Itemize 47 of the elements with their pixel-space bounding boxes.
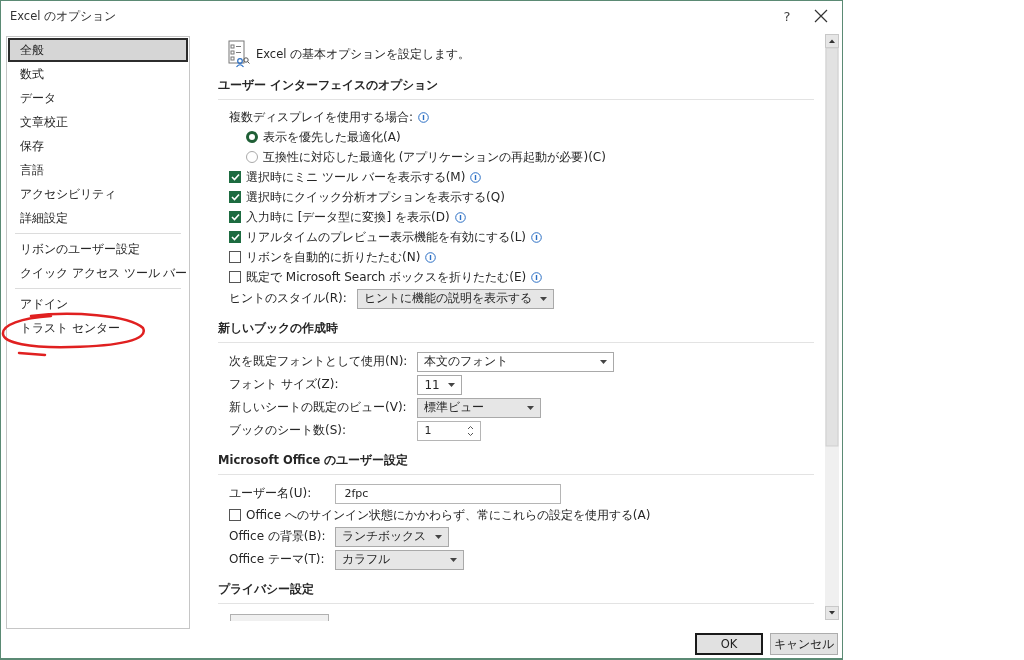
checkbox-label: リアルタイムのプレビュー表示機能を有効にする(L) (246, 229, 527, 246)
ok-button[interactable]: OK (695, 633, 763, 655)
checkbox-label: 既定で Microsoft Search ボックスを折りたたむ(E) (246, 269, 527, 286)
spin-box[interactable]: 1 (417, 420, 482, 441)
sidebar-item[interactable]: リボンのユーザー設定 (8, 237, 188, 261)
sidebar-item[interactable]: データ (8, 86, 188, 110)
field-label: 次を既定フォントとして使用(N): (229, 353, 408, 370)
section-heading: 新しいブックの作成時 (218, 313, 814, 343)
field-label: 新しいシートの既定のビュー(V): (229, 399, 408, 416)
option-label: 複数ディスプレイを使用する場合: (229, 109, 414, 126)
dropdown[interactable]: 本文のフォント (417, 351, 615, 372)
sidebar-item[interactable]: 全般 (8, 38, 188, 62)
field-label: ユーザー名(U): (229, 485, 313, 502)
radio-label: 互換性に対応した最適化 (アプリケーションの再起動が必要)(C) (263, 149, 606, 166)
intro-text: Excel の基本オプションを設定します。 (256, 46, 471, 62)
help-button[interactable]: ? (767, 8, 807, 24)
field-label: Office の背景(B): (229, 528, 326, 545)
checkbox-label: リボンを自動的に折りたたむ(N) (246, 249, 421, 266)
field-label: ヒントのスタイル(R): (229, 290, 347, 307)
section-heading: プライバシー設定 (218, 574, 814, 604)
checkbox-label: Office へのサインイン状態にかかわらず、常にこれらの設定を使用する(A) (246, 507, 651, 524)
section-heading: ユーザー インターフェイスのオプション (218, 70, 814, 100)
sidebar-item[interactable]: アクセシビリティ (8, 182, 188, 206)
sidebar-item[interactable]: 数式 (8, 62, 188, 86)
sidebar-item[interactable]: 詳細設定 (8, 206, 188, 230)
dropdown[interactable]: 11 (417, 374, 462, 395)
dropdown[interactable]: ランチボックス (335, 526, 450, 547)
sidebar-item[interactable]: トラスト センター (8, 316, 188, 340)
radio-label: 表示を優先した最適化(A) (263, 129, 401, 146)
cancel-button[interactable]: キャンセル (770, 633, 838, 655)
sidebar-item[interactable]: 保存 (8, 134, 188, 158)
field-label: Office テーマ(T): (229, 551, 326, 568)
sidebar-item[interactable]: アドイン (8, 292, 188, 316)
dropdown[interactable]: 標準ビュー (417, 397, 542, 418)
section-heading: Microsoft Office のユーザー設定 (218, 445, 814, 475)
checkbox-label: 入力時に [データ型に変換] を表示(D) (246, 209, 450, 226)
window-title: Excel のオプション (10, 8, 118, 24)
sidebar-item[interactable]: 言語 (8, 158, 188, 182)
dropdown[interactable]: ヒントに機能の説明を表示する (356, 288, 554, 309)
field-label: ブックのシート数(S): (229, 422, 348, 439)
text-field[interactable]: 2fpc (335, 483, 562, 504)
sidebar-item[interactable]: 文章校正 (8, 110, 188, 134)
sidebar-item[interactable]: クイック アクセス ツール バー (8, 261, 188, 285)
field-label: フォント サイズ(Z): (229, 376, 340, 393)
checkbox-label: 選択時にクイック分析オプションを表示する(Q) (246, 189, 505, 206)
dropdown[interactable]: カラフル (335, 549, 465, 570)
checkbox-label: 選択時にミニ ツール バーを表示する(M) (246, 169, 466, 186)
